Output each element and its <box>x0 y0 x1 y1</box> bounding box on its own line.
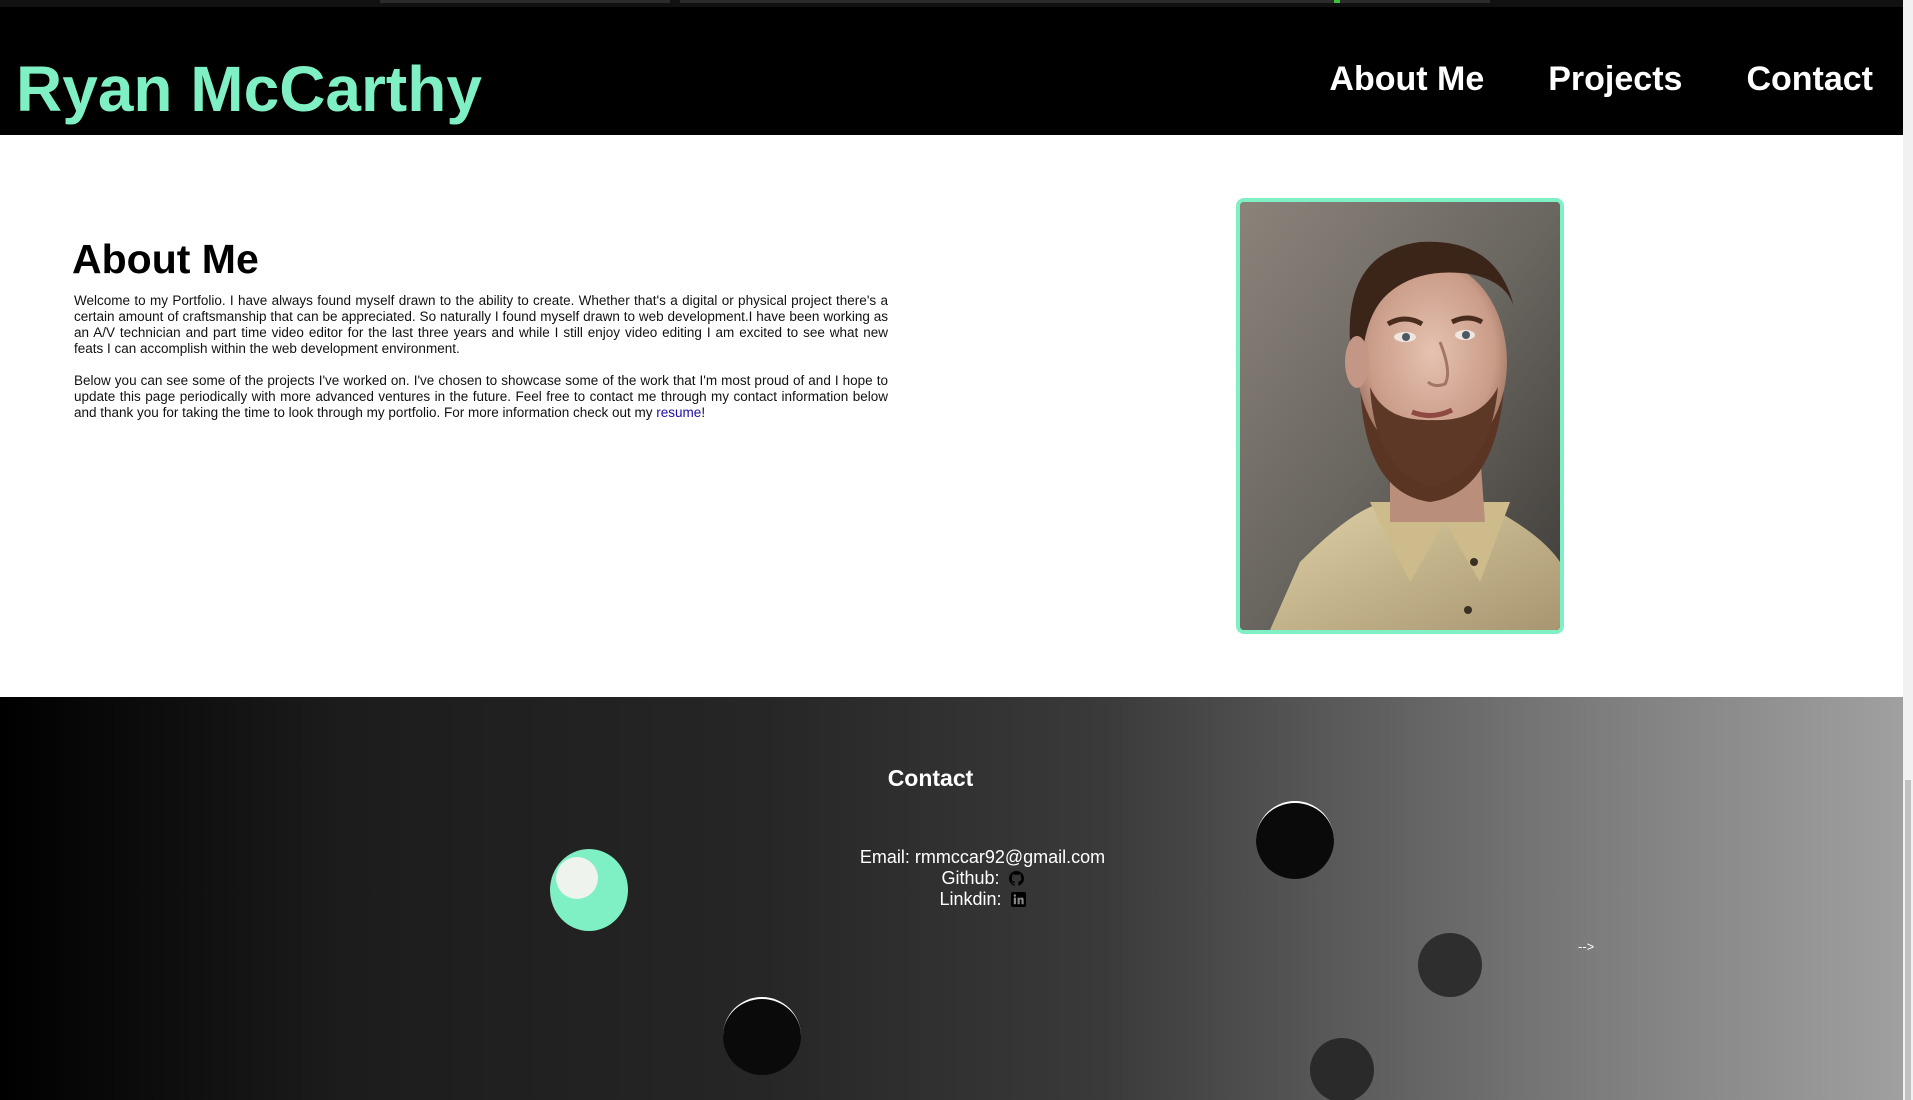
site-title[interactable]: Ryan McCarthy <box>16 53 482 125</box>
contact-heading: Contact <box>887 765 974 791</box>
page-scrollbar[interactable] <box>1903 0 1913 1100</box>
linkedin-row: Linkdin: <box>820 889 1145 910</box>
browser-top-strip <box>0 0 1903 7</box>
email-link[interactable]: rmmccar92@gmail.com <box>915 847 1105 867</box>
about-text: Welcome to my Portfolio. I have always f… <box>74 293 888 437</box>
top-strip-segment <box>380 0 670 3</box>
decorative-bubble-dark <box>1256 801 1334 879</box>
contact-section: Contact Email: rmmccar92@gmail.com Githu… <box>0 697 1903 1100</box>
email-label: Email: <box>859 847 910 867</box>
resume-link[interactable]: resume <box>656 405 701 420</box>
nav-about-me-link[interactable]: About Me <box>1329 49 1484 109</box>
nav-projects-link[interactable]: Projects <box>1548 49 1682 109</box>
about-paragraph-2: Below you can see some of the projects I… <box>74 373 888 421</box>
stray-arrow-text: --> <box>1578 939 1595 954</box>
site-header: Ryan McCarthy About Me Projects Contact <box>0 7 1903 135</box>
nav-contact-link[interactable]: Contact <box>1746 49 1873 109</box>
linkedin-icon <box>1010 892 1026 907</box>
top-strip-indicator <box>1334 0 1340 3</box>
main-nav: About Me Projects Contact <box>1265 49 1873 109</box>
about-paragraph-2-text: Below you can see some of the projects I… <box>74 373 888 420</box>
contact-info: Email: rmmccar92@gmail.com Github: Linkd… <box>820 847 1145 910</box>
decorative-bubble-gray <box>1310 1038 1374 1100</box>
decorative-bubble-highlight <box>556 857 598 899</box>
github-row: Github: <box>820 868 1145 889</box>
scrollbar-thumb[interactable] <box>1905 780 1911 1100</box>
about-paragraph-2-end: ! <box>701 405 706 420</box>
about-paragraph-1: Welcome to my Portfolio. I have always f… <box>74 293 888 356</box>
top-strip-segment <box>680 0 1490 3</box>
email-row: Email: rmmccar92@gmail.com <box>820 847 1145 868</box>
about-heading: About Me <box>72 236 259 282</box>
linkedin-link[interactable] <box>1007 889 1026 909</box>
page: Ryan McCarthy About Me Projects Contact … <box>0 0 1913 1100</box>
linkedin-label: Linkdin: <box>939 889 1002 909</box>
github-label: Github: <box>941 868 1000 888</box>
decorative-bubble-dark <box>723 997 801 1075</box>
profile-photo-illustration <box>1240 202 1560 630</box>
github-icon <box>1008 871 1024 886</box>
github-link[interactable] <box>1005 868 1024 888</box>
decorative-bubble-gray <box>1418 933 1482 997</box>
profile-photo <box>1236 198 1564 634</box>
about-section: About Me Welcome to my Portfolio. I have… <box>0 135 1903 697</box>
